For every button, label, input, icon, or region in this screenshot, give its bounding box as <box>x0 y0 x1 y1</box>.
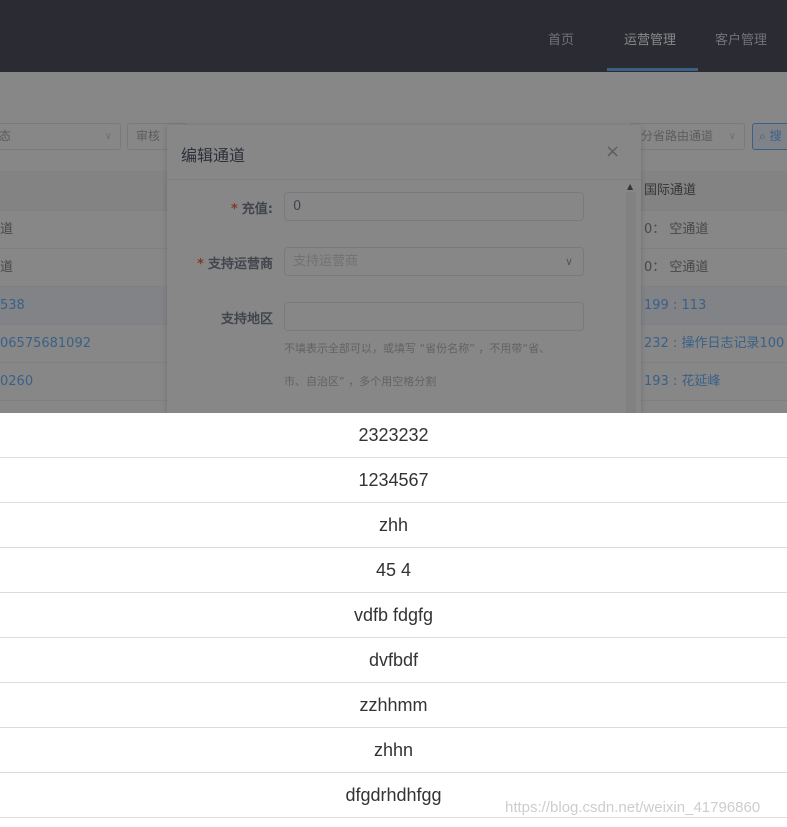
carrier-label-text: 支持运营商 <box>207 257 273 272</box>
table-cell-left-link[interactable]: 0260 <box>0 363 33 401</box>
list-item: zhhn <box>0 728 787 773</box>
list-item: zhh <box>0 503 787 548</box>
list-item: zzhhmm <box>0 683 787 728</box>
nav-item-home[interactable]: 首页 <box>548 0 574 72</box>
region-label: 支持地区 <box>167 308 273 327</box>
route-filter-select[interactable]: 分省路由通道 ∨ <box>630 123 745 150</box>
recharge-label: * 充值: <box>167 198 273 217</box>
carrier-select[interactable]: 支持运营商 ∨ <box>284 247 584 276</box>
nav-item-customers[interactable]: 客户管理 <box>715 0 767 72</box>
nav-item-operations[interactable]: 运营管理 <box>624 0 676 72</box>
modal-header: 编辑通道 × <box>167 125 641 180</box>
table-cell-left-link[interactable]: 538 <box>0 287 25 325</box>
list-item: 2323232 <box>0 413 787 458</box>
table-cell-left: 道 <box>0 222 14 237</box>
recharge-input[interactable]: 0 <box>284 192 584 221</box>
audit-filter-label: 审核 <box>136 129 161 143</box>
background-admin-page: 首页 运营管理 客户管理 态 ∨ 审核 分省路由通道 ∨ ⌕ 搜 国际通道 道 … <box>0 0 787 413</box>
region-label-text: 支持地区 <box>220 312 273 327</box>
modal-title: 编辑通道 <box>181 146 246 165</box>
item-list: 2323232 1234567 zhh 45 4 vdfb fdgfg dvfb… <box>0 413 787 818</box>
status-filter-label: 态 <box>0 129 12 143</box>
top-navbar: 首页 运营管理 客户管理 <box>0 0 787 72</box>
list-item: 45 4 <box>0 548 787 593</box>
watermark: https://blog.csdn.net/weixin_41796860 <box>505 799 761 816</box>
search-icon: ⌕ <box>759 129 766 143</box>
search-button-label: 搜 <box>769 129 782 143</box>
column-header-international-channel: 国际通道 <box>644 183 697 198</box>
list-item: dvfbdf <box>0 638 787 683</box>
edit-channel-modal: 编辑通道 × ▲ * 充值: 0 * 支持运营商 支持运营商 ∨ 支持地区 不填… <box>167 125 641 413</box>
list-item: 1234567 <box>0 458 787 503</box>
required-mark: * <box>230 202 238 217</box>
app-root: 首页 运营管理 客户管理 态 ∨ 审核 分省路由通道 ∨ ⌕ 搜 国际通道 道 … <box>0 0 787 827</box>
table-cell-right-link[interactable]: 193 : 花延峰 <box>644 363 720 401</box>
table-cell-left: 道 <box>0 260 14 275</box>
table-cell-right: 0： 空通道 <box>644 260 709 275</box>
recharge-input-value: 0 <box>293 199 302 214</box>
recharge-label-text: 充值: <box>241 202 273 217</box>
modal-scrollbar[interactable] <box>626 192 636 413</box>
nav-active-indicator <box>607 68 698 71</box>
search-button[interactable]: ⌕ 搜 <box>752 123 787 150</box>
carrier-label: * 支持运营商 <box>167 253 273 272</box>
close-icon[interactable]: × <box>605 143 620 161</box>
chevron-down-icon: ∨ <box>564 255 573 268</box>
table-cell-right-link[interactable]: 199 : 113 <box>644 287 706 325</box>
table-cell-left-link[interactable]: 06575681092 <box>0 325 91 363</box>
chevron-down-icon: ∨ <box>728 131 736 142</box>
status-filter-select[interactable]: 态 ∨ <box>0 123 121 150</box>
table-cell-right: 0： 空通道 <box>644 222 709 237</box>
region-hint-line-1: 不填表示全部可以，或填写 “省份名称” ，不用带“省、 <box>284 342 551 355</box>
carrier-select-placeholder: 支持运营商 <box>293 254 359 269</box>
list-item: vdfb fdgfg <box>0 593 787 638</box>
table-cell-right-link[interactable]: 232 : 操作日志记录100 <box>644 325 784 363</box>
scroll-up-arrow-icon[interactable]: ▲ <box>627 182 633 191</box>
chevron-down-icon: ∨ <box>104 131 112 142</box>
required-mark: * <box>197 257 204 272</box>
route-filter-label: 分省路由通道 <box>641 129 714 143</box>
region-input[interactable] <box>284 302 584 331</box>
region-hint-line-2: 市、自治区” ，多个用空格分割 <box>284 375 437 388</box>
